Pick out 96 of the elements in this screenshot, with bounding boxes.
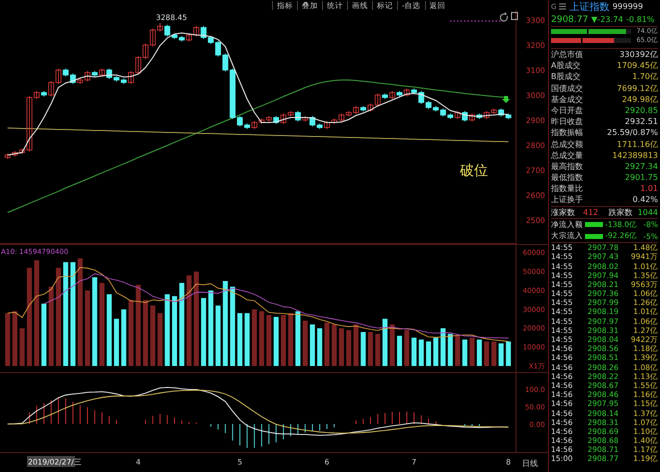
stat-label: 最低指数 — [551, 172, 583, 184]
stat-value: 2927.34 — [624, 160, 658, 172]
stat-label: 最高指数 — [551, 160, 583, 172]
price-change: ▼-23.74 — [591, 15, 624, 24]
volume-bar — [164, 294, 170, 366]
stat-label: 基金成交 — [551, 94, 583, 105]
volume-bar — [375, 334, 380, 366]
volume-bar — [368, 332, 373, 366]
stat-label: 沪总市值 — [551, 49, 583, 60]
volume-bar — [412, 338, 417, 366]
stat-value: 1.01 — [640, 183, 658, 194]
stat-label: 跌家数 — [608, 206, 632, 218]
volume-bar — [397, 336, 402, 366]
stat-label: 指数量比 — [551, 183, 583, 194]
volume-bar — [121, 309, 126, 366]
stat-value: 2920.85 — [624, 104, 658, 116]
volume-bar — [418, 340, 424, 366]
volume-bar — [448, 334, 453, 366]
volume-bar — [106, 294, 112, 366]
volume-bar — [114, 318, 119, 366]
stat-label: 昨日收盘 — [551, 116, 583, 128]
volume-bar — [382, 318, 388, 366]
stat-label: 上证换手 — [551, 194, 583, 206]
volume-bar — [440, 328, 446, 366]
square-icon[interactable] — [511, 12, 518, 20]
volume-bar — [360, 332, 366, 366]
volume-bar — [266, 315, 272, 366]
volume-bar — [338, 328, 344, 366]
volume-bar — [310, 324, 315, 366]
stat-value: 2932.51 — [624, 116, 658, 128]
stat-label: A股成交 — [551, 60, 580, 72]
volume-bar — [302, 320, 308, 366]
percent-change: -0.81% — [626, 15, 654, 24]
chart-note: 破位 — [460, 163, 488, 179]
volume-bar — [244, 313, 250, 366]
stat-label: 涨家数 — [551, 206, 575, 218]
volume-bar — [172, 296, 178, 366]
volume-bar — [491, 341, 496, 366]
index-code: 999999 — [612, 2, 643, 11]
stat-label: B股成交 — [551, 71, 580, 83]
stat-value: 1.70亿 — [632, 71, 658, 83]
volume-bar — [506, 341, 511, 366]
volume-bar — [470, 338, 475, 366]
stat-value: 2901.75 — [624, 172, 658, 184]
stat-value: 1711.16亿 — [616, 138, 658, 150]
volume-bar — [41, 304, 46, 366]
volume-bar — [20, 328, 25, 366]
volume-bar — [237, 313, 242, 366]
volume-bar — [404, 330, 410, 366]
volume-bar — [128, 300, 134, 366]
volume-bar — [288, 313, 294, 366]
volume-bar — [498, 343, 504, 366]
volume-bar — [143, 300, 148, 366]
stat-value: 7699.12亿 — [616, 82, 658, 94]
period-label[interactable]: 日线 — [522, 459, 538, 468]
advancers-count: 412 — [583, 206, 598, 218]
arrow-down-icon — [502, 96, 510, 103]
stat-value: 1709.45亿 — [616, 60, 658, 72]
volume-bar — [201, 298, 206, 366]
index-name: 上证指数 — [569, 0, 610, 14]
volume-bar — [158, 313, 163, 366]
rotate-arrow-icon[interactable] — [500, 12, 508, 22]
index-price: 2908.77 — [551, 14, 588, 24]
volume-bar — [476, 340, 482, 366]
volume-bar — [280, 315, 286, 366]
volume-bar — [259, 311, 264, 366]
stat-label: 总成交额 — [551, 138, 583, 150]
stat-label: 国债成交 — [551, 82, 583, 94]
volume-bar — [353, 324, 358, 366]
menu-icon[interactable] — [559, 3, 566, 10]
volume-bar — [433, 338, 438, 366]
volume-bar — [150, 306, 156, 366]
stat-value: 25.59/0.87% — [606, 127, 658, 138]
volume-bar — [12, 311, 18, 366]
volume-bar — [462, 340, 468, 366]
volume-bar — [295, 311, 300, 366]
volume-bar — [455, 336, 460, 366]
volume-bar — [426, 341, 432, 366]
stat-value: 0.42% — [632, 194, 658, 206]
volume-bar — [346, 330, 352, 366]
stat-label: 今日开盘 — [551, 104, 583, 116]
volume-bar — [390, 324, 395, 366]
stat-label: 总成交量 — [551, 150, 583, 161]
volume-bar — [332, 324, 337, 366]
stat-value: 330392亿 — [619, 49, 658, 60]
volume-bar — [5, 313, 10, 366]
stat-value: 249.98亿 — [622, 94, 658, 105]
stat-value: 142389813 — [612, 150, 658, 161]
volume-bar — [324, 322, 330, 366]
volume-bar — [216, 306, 221, 366]
volume-bar — [252, 309, 257, 366]
volume-bar — [274, 316, 279, 366]
stat-label: 指数振幅 — [551, 127, 583, 138]
volume-bar — [317, 328, 322, 366]
decliners-count: 1044 — [638, 206, 658, 218]
volume-bar — [484, 341, 490, 366]
